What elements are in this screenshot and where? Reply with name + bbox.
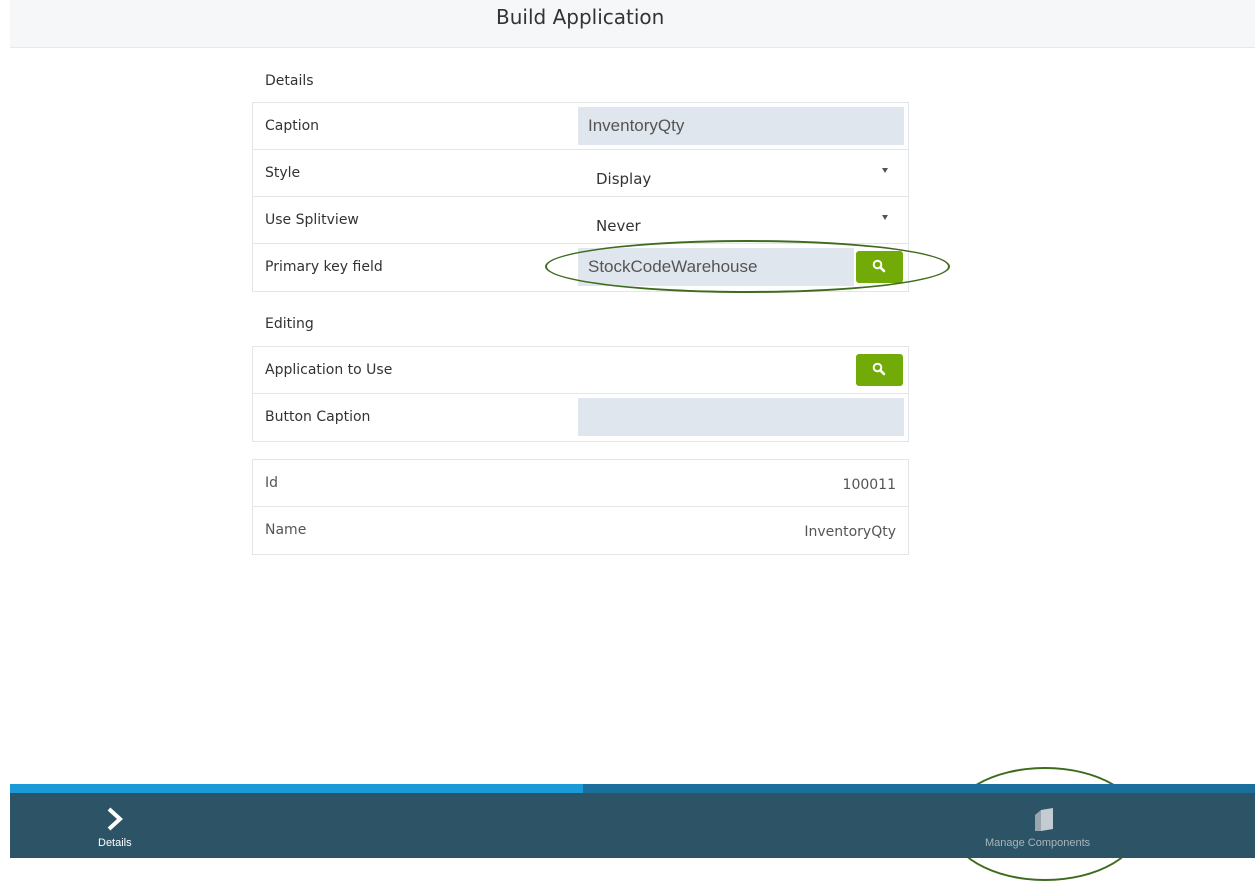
details-nav-label: Details <box>98 837 132 849</box>
caption-input[interactable]: InventoryQty <box>578 107 904 145</box>
progress-bar <box>10 784 1255 793</box>
editing-panel: Application to Use Button Caption <box>252 346 909 442</box>
manage-components-button[interactable]: Manage Components <box>978 799 1108 855</box>
search-icon <box>872 362 886 376</box>
primary-key-input[interactable]: StockCodeWarehouse <box>578 248 854 286</box>
style-row: Style Display <box>253 150 908 197</box>
splitview-label: Use Splitview <box>265 212 359 228</box>
id-value: 100011 <box>842 477 896 493</box>
button-caption-input[interactable] <box>578 398 904 436</box>
style-select-value: Display <box>596 170 652 188</box>
splitview-select[interactable]: Never <box>583 201 904 241</box>
id-label: Id <box>265 475 279 491</box>
application-row: Application to Use <box>253 347 908 394</box>
application-label: Application to Use <box>265 362 393 378</box>
editing-section-label: Editing <box>265 316 314 332</box>
details-panel: Caption InventoryQty Style Display Use S… <box>252 102 909 292</box>
splitview-row: Use Splitview Never <box>253 197 908 244</box>
footer-toolbar: Details Manage Components <box>10 793 1255 858</box>
splitview-select-value: Never <box>596 217 641 235</box>
primary-key-label: Primary key field <box>265 259 383 275</box>
caption-row: Caption InventoryQty <box>253 103 908 150</box>
search-icon <box>872 259 886 273</box>
page-header: Build Application <box>10 0 1255 48</box>
caption-label: Caption <box>265 118 320 134</box>
button-caption-label: Button Caption <box>265 409 371 425</box>
details-section-label: Details <box>265 73 314 89</box>
info-panel: Id 100011 Name InventoryQty <box>252 459 909 555</box>
style-label: Style <box>265 165 301 181</box>
caret-down-icon <box>882 168 888 173</box>
details-nav-button[interactable]: Details <box>80 799 150 855</box>
manage-components-label: Manage Components <box>985 837 1091 849</box>
name-value: InventoryQty <box>804 524 896 540</box>
components-icon <box>1035 808 1053 831</box>
name-label: Name <box>265 522 307 538</box>
primary-key-search-button[interactable] <box>856 251 903 283</box>
application-search-button[interactable] <box>856 354 903 386</box>
progress-fill <box>10 784 583 793</box>
page-title: Build Application <box>496 5 665 29</box>
style-select[interactable]: Display <box>583 154 904 194</box>
primary-key-row: Primary key field StockCodeWarehouse <box>253 244 908 291</box>
button-caption-row: Button Caption <box>253 394 908 441</box>
caret-down-icon <box>882 215 888 220</box>
chevron-right-icon <box>107 807 123 831</box>
id-row: Id 100011 <box>253 460 908 507</box>
name-row: Name InventoryQty <box>253 507 908 554</box>
